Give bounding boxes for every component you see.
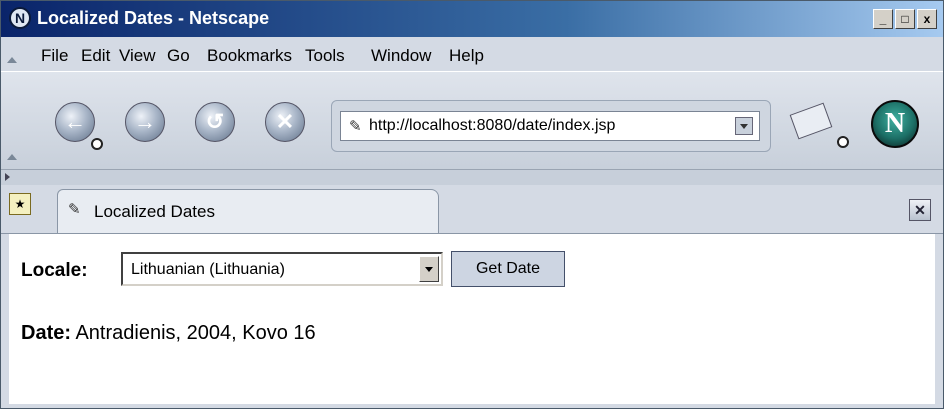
- print-icon[interactable]: [789, 102, 833, 140]
- url-dropdown-button[interactable]: [735, 117, 753, 135]
- get-date-button[interactable]: Get Date: [451, 251, 565, 287]
- back-button[interactable]: ←: [55, 102, 95, 142]
- menu-tools[interactable]: Tools: [305, 46, 345, 66]
- locale-selected-value[interactable]: Lithuanian (Lithuania): [131, 261, 285, 279]
- browser-window: N Localized Dates - Netscape _ □ x File …: [0, 0, 944, 409]
- menu-file[interactable]: File: [41, 46, 68, 66]
- toolbar-grip-icon[interactable]: [7, 154, 17, 160]
- navigation-toolbar: ← → ↺ ✕ ✎ http://localhost:8080/date/ind…: [1, 71, 943, 172]
- date-value: Antradienis, 2004, Kovo 16: [75, 322, 316, 344]
- menu-bar: File Edit View Go Bookmarks Tools Window…: [1, 37, 943, 71]
- menu-view[interactable]: View: [119, 46, 156, 66]
- maximize-button[interactable]: □: [895, 9, 915, 29]
- menu-help[interactable]: Help: [449, 46, 484, 66]
- menu-bookmarks[interactable]: Bookmarks: [207, 46, 292, 66]
- netscape-app-icon[interactable]: N: [9, 7, 31, 29]
- locale-select[interactable]: Lithuanian (Lithuania): [121, 252, 443, 286]
- netscape-logo[interactable]: N: [871, 100, 919, 148]
- tab-page-icon: ✎: [68, 201, 81, 218]
- title-bar: N Localized Dates - Netscape _ □ x: [1, 1, 943, 37]
- chevron-down-icon[interactable]: [419, 256, 439, 282]
- url-field[interactable]: ✎ http://localhost:8080/date/index.jsp: [340, 111, 760, 141]
- menu-window[interactable]: Window: [371, 46, 431, 66]
- menu-edit[interactable]: Edit: [81, 46, 110, 66]
- locale-label: Locale:: [21, 260, 88, 281]
- reload-button[interactable]: ↺: [195, 102, 235, 142]
- minimize-button[interactable]: _: [873, 9, 893, 29]
- sidebar-toggle-icon[interactable]: [5, 173, 10, 181]
- menu-go[interactable]: Go: [167, 46, 190, 66]
- sidebar-toggle-strip[interactable]: [1, 169, 943, 186]
- tab-bar: ★ ✎ Localized Dates ✕: [1, 185, 943, 234]
- close-tab-icon[interactable]: ✕: [909, 199, 931, 221]
- close-button[interactable]: x: [917, 9, 937, 29]
- forward-button[interactable]: →: [125, 102, 165, 142]
- location-bar: ✎ http://localhost:8080/date/index.jsp: [331, 100, 771, 152]
- page-content: Locale: Lithuanian (Lithuania) Get Date …: [9, 234, 935, 404]
- tab-label: Localized Dates: [94, 202, 215, 221]
- tab-localized-dates[interactable]: ✎ Localized Dates: [57, 189, 439, 233]
- menubar-grip-icon[interactable]: [7, 57, 17, 63]
- stop-button[interactable]: ✕: [265, 102, 305, 142]
- print-dropdown-icon[interactable]: [837, 136, 849, 148]
- new-tab-icon[interactable]: ★: [9, 193, 31, 215]
- page-proxy-icon[interactable]: ✎: [349, 117, 362, 135]
- window-title: Localized Dates - Netscape: [37, 8, 270, 28]
- url-text[interactable]: http://localhost:8080/date/index.jsp: [369, 117, 615, 135]
- date-result: Date: Antradienis, 2004, Kovo 16: [21, 322, 316, 345]
- back-dropdown-icon[interactable]: [91, 138, 103, 150]
- date-label: Date:: [21, 322, 72, 344]
